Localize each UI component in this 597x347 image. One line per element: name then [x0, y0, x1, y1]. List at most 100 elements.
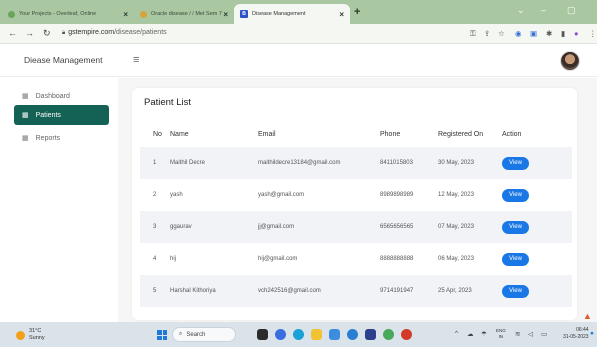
vscode-icon[interactable]	[329, 329, 340, 340]
cell-name: hij	[170, 256, 177, 262]
cell-phone: 9714191947	[380, 288, 414, 294]
time: 06:44	[576, 327, 589, 333]
cell-email: vch242516@gmail.com	[258, 288, 321, 294]
wifi-icon[interactable]: ≋	[515, 330, 520, 338]
share-icon[interactable]: ⇪	[484, 29, 490, 38]
grid-icon: ▦	[22, 93, 29, 100]
language-indicator[interactable]: ENG IN	[496, 328, 506, 340]
cell-action: View	[502, 243, 572, 275]
cell-action: View	[502, 179, 572, 211]
sun-icon[interactable]	[16, 331, 25, 340]
url-domain: gstempire.com	[68, 29, 115, 36]
view-button[interactable]: View	[502, 156, 529, 170]
browser-tab[interactable]: Your Projects - Overleaf, Online ×	[2, 4, 134, 24]
back-icon[interactable]: ←	[8, 28, 17, 38]
browser-tab[interactable]: Oracle disease / / Met Sem 7 ×	[134, 4, 234, 24]
cell-name: yash	[170, 192, 183, 198]
volume-icon[interactable]: ◁	[528, 330, 533, 338]
column-header: Name	[170, 131, 189, 138]
cell-no: 1	[153, 160, 157, 166]
cell-registered: 25 Apr, 2023	[438, 288, 472, 294]
cell-phone: 8989898989	[380, 192, 414, 198]
extension-icon[interactable]: ◉	[515, 29, 522, 38]
notification-icon[interactable]: ●	[590, 330, 594, 337]
edge-icon[interactable]	[293, 329, 304, 340]
sidepanel-icon[interactable]: ▮	[561, 29, 565, 38]
cell-no: 5	[153, 288, 157, 294]
puzzle-icon[interactable]: ✱	[546, 29, 552, 38]
url-field[interactable]: 🔒︎ gstempire.com/disease/patients	[62, 29, 167, 37]
cell-registered: 06 May, 2023	[438, 256, 474, 262]
cell-no: 3	[153, 224, 157, 230]
table-row: 2 yash yash@gmail.com 8989898989 12 May,…	[140, 179, 572, 211]
chrome-icon[interactable]	[383, 329, 394, 340]
cell-action: View	[502, 275, 572, 307]
battery-icon[interactable]: ▭	[541, 330, 547, 338]
flame-icon[interactable]: ▲	[583, 311, 592, 321]
view-button[interactable]: View	[502, 284, 529, 298]
hamburger-menu-icon[interactable]: ≡	[133, 54, 139, 66]
minimize-icon[interactable]: –	[541, 5, 546, 15]
cell-email: hij@gmail.com	[258, 256, 298, 262]
extension-icon[interactable]: ▣	[530, 29, 537, 38]
forward-icon[interactable]: →	[25, 28, 34, 38]
weather-widget[interactable]: 31°C Sunny	[29, 328, 45, 342]
windows-start-icon[interactable]	[157, 330, 167, 340]
chevron-up-icon[interactable]: ^	[455, 330, 458, 337]
view-button[interactable]: View	[502, 188, 529, 202]
cell-action: View	[502, 211, 572, 243]
menu-dots-icon[interactable]: ⋮	[589, 29, 597, 38]
weather-condition: Sunny	[29, 335, 45, 341]
cell-phone: 8411015803	[380, 160, 413, 166]
browser-tab-strip: Your Projects - Overleaf, Online × Oracl…	[0, 0, 597, 24]
close-tab-icon[interactable]: ×	[123, 10, 128, 19]
sidebar: ▦ Dashboard ▦ Patients ▦ Reports	[0, 78, 118, 322]
cell-phone: 8888888888	[380, 256, 414, 262]
profile-icon[interactable]: ●	[574, 29, 579, 38]
lock-icon: 🔒︎	[62, 30, 66, 36]
sidebar-item-patients[interactable]: ▦ Patients	[14, 105, 109, 125]
temperature: 31°C	[29, 328, 42, 334]
cell-action: View	[502, 147, 572, 179]
file-explorer-icon[interactable]	[311, 329, 322, 340]
taskbar-search[interactable]: ⌕ Search	[172, 327, 236, 342]
browser-tab-active[interactable]: B Disease Management ×	[234, 4, 350, 24]
sidebar-item-dashboard[interactable]: ▦ Dashboard	[14, 86, 109, 106]
cell-email: yash@gmail.com	[258, 192, 305, 198]
app-icon[interactable]	[347, 329, 358, 340]
table-row: 3 ggaurav jj@gmail.com 6565656565 07 May…	[140, 211, 572, 243]
cell-name: ggaurav	[170, 224, 192, 230]
chat-icon[interactable]	[275, 329, 286, 340]
task-view-icon[interactable]	[257, 329, 268, 340]
app-brand[interactable]: Diease Management	[24, 55, 102, 65]
close-tab-icon[interactable]: ×	[339, 10, 344, 19]
view-button[interactable]: View	[502, 220, 529, 234]
sidebar-item-reports[interactable]: ▦ Reports	[14, 128, 109, 148]
page-title: Patient List	[144, 97, 191, 108]
column-header: Registered On	[438, 131, 484, 138]
date: 31-05-2023	[563, 334, 589, 340]
bookmark-star-icon[interactable]: ☆	[498, 29, 505, 38]
close-tab-icon[interactable]: ×	[223, 10, 228, 19]
address-bar: ← → ↻ 🔒︎ gstempire.com/disease/patients ⚿…	[0, 24, 597, 44]
tab-search-icon[interactable]: ⌄	[517, 5, 525, 16]
cell-email: jj@gmail.com	[258, 224, 295, 230]
column-header: Email	[258, 131, 276, 138]
sidebar-item-label: Patients	[35, 111, 61, 119]
new-tab-button[interactable]: +	[354, 6, 360, 18]
cloud-icon[interactable]: ☁	[467, 330, 474, 338]
app-icon[interactable]	[365, 329, 376, 340]
avatar[interactable]	[560, 51, 580, 71]
restore-icon[interactable]: ▢	[567, 5, 576, 16]
view-button[interactable]: View	[502, 252, 529, 266]
table-row: 1 Maithil Decre maithildecre13184@gmail.…	[140, 147, 572, 179]
column-header: Action	[502, 131, 522, 138]
onedrive-icon[interactable]: ☂	[481, 330, 487, 338]
overleaf-favicon-icon	[8, 10, 15, 18]
clock[interactable]: 06:44 31-05-2023	[563, 327, 589, 341]
chrome-icon[interactable]	[401, 329, 412, 340]
language-region: IN	[498, 334, 504, 339]
cell-name: Harshal Kithoriya	[170, 288, 216, 294]
key-icon[interactable]: ⚿	[470, 29, 476, 39]
reload-icon[interactable]: ↻	[43, 28, 51, 39]
